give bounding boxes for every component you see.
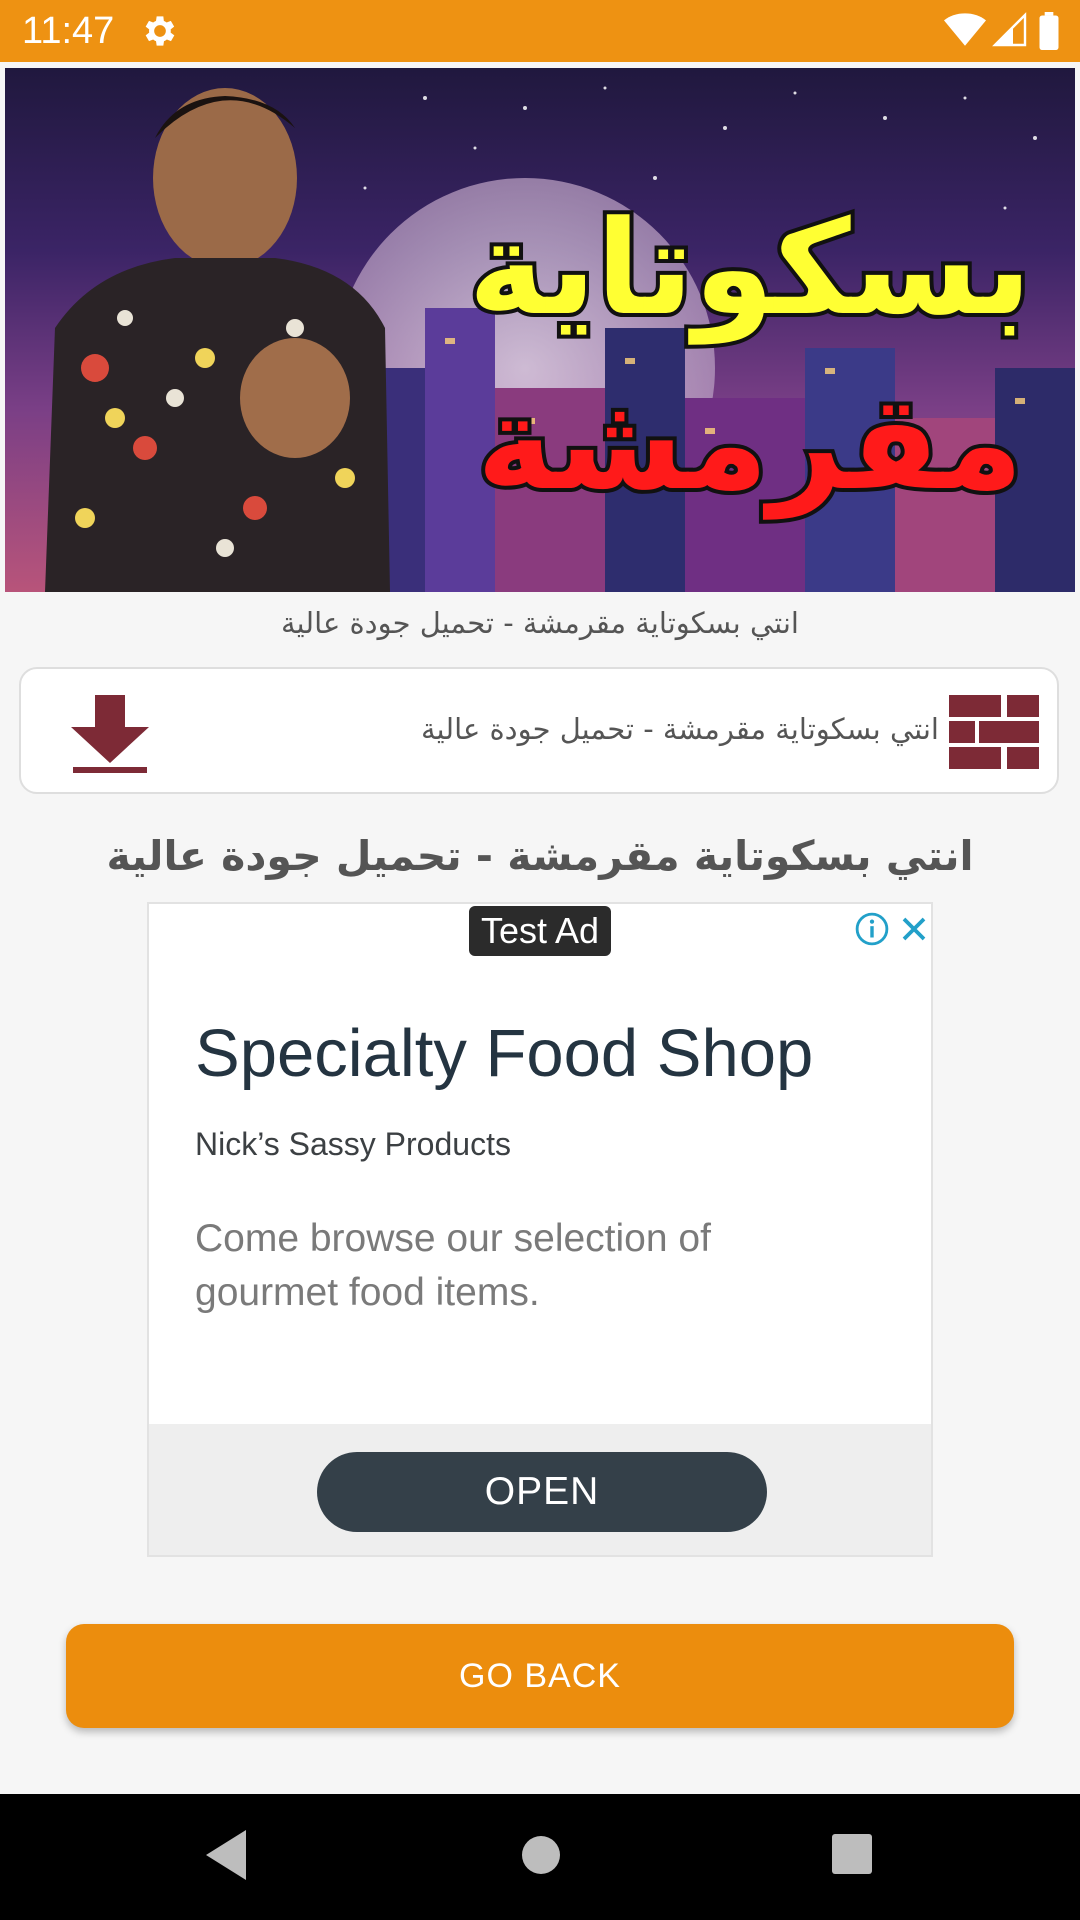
status-time: 11:47 <box>22 10 115 52</box>
ad-headline[interactable]: Specialty Food Shop <box>195 1014 895 1094</box>
ad-footer: OPEN <box>149 1424 931 1555</box>
ad-open-button[interactable]: OPEN <box>317 1452 767 1532</box>
recent-apps-icon[interactable] <box>830 1832 874 1876</box>
battery-icon <box>1039 12 1059 50</box>
wifi-icon <box>944 13 986 46</box>
hero-image: بسكوتاية مقرمشة <box>5 68 1075 592</box>
gear-icon <box>145 16 175 46</box>
image-caption: انتي بسكوتاية مقرمشة - تحميل جودة عالية <box>280 606 799 640</box>
hero-title-line2: مقرمشة <box>477 367 1024 520</box>
back-icon[interactable] <box>204 1828 248 1882</box>
hero-title-line1: بسكوتاية <box>468 192 1031 345</box>
ad-body-text: Come browse our selection of gourmet foo… <box>195 1217 711 1314</box>
page-title: انتي بسكوتاية مقرمشة - تحميل جودة عالية <box>106 832 974 880</box>
download-card[interactable]: انتي بسكوتاية مقرمشة - تحميل جودة عالية <box>19 667 1059 794</box>
home-icon[interactable] <box>518 1832 564 1878</box>
list-icon[interactable] <box>949 695 1039 769</box>
status-bar: 11:47 <box>0 0 1080 62</box>
signal-icon <box>992 12 1027 47</box>
test-ad-badge: Test Ad <box>469 906 611 956</box>
info-icon[interactable] <box>855 912 889 946</box>
ad-banner[interactable]: Test Ad Specialty Food Shop Nick’s Sassy… <box>147 902 933 1557</box>
navigation-bar <box>0 1794 1080 1920</box>
ad-advertiser: Nick’s Sassy Products <box>195 1126 511 1162</box>
close-icon[interactable] <box>899 912 929 946</box>
go-back-button[interactable]: GO BACK <box>66 1624 1014 1728</box>
download-icon[interactable] <box>71 693 149 773</box>
download-card-title: انتي بسكوتاية مقرمشة - تحميل جودة عالية <box>420 712 939 746</box>
